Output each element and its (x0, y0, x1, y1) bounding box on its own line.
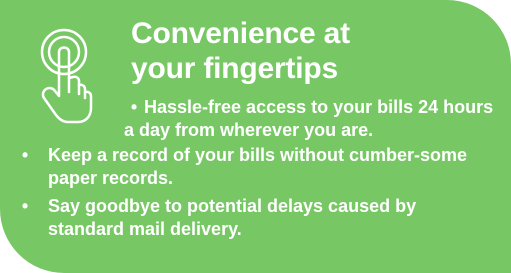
benefit-item-record: • Keep a record of your bills without cu… (16, 144, 486, 190)
benefit-item-delivery: • Say goodbye to potential delays caused… (16, 195, 486, 241)
intro-bullet: • Hassle-free access to your bills 24 hou… (124, 96, 504, 142)
benefit-text-record: Keep a record of your bills without cumb… (48, 145, 468, 188)
tap-finger-icon (40, 28, 93, 124)
convenience-card: Convenience at your fingertips • Hassle-f… (0, 0, 511, 273)
page-title: Convenience at your fingertips (131, 16, 350, 86)
bullet-dot: • (21, 196, 29, 216)
bullet-dot: • (21, 145, 29, 165)
bullet-dot: • (130, 97, 138, 117)
title-line-1: Convenience at (131, 17, 350, 50)
benefits-list: • Keep a record of your bills without cu… (16, 144, 486, 246)
benefit-text-delivery: Say goodbye to potential delays caused b… (48, 196, 417, 239)
title-line-2: your fingertips (131, 52, 339, 85)
intro-bullet-text: Hassle-free access to your bills 24 hour… (124, 97, 494, 140)
